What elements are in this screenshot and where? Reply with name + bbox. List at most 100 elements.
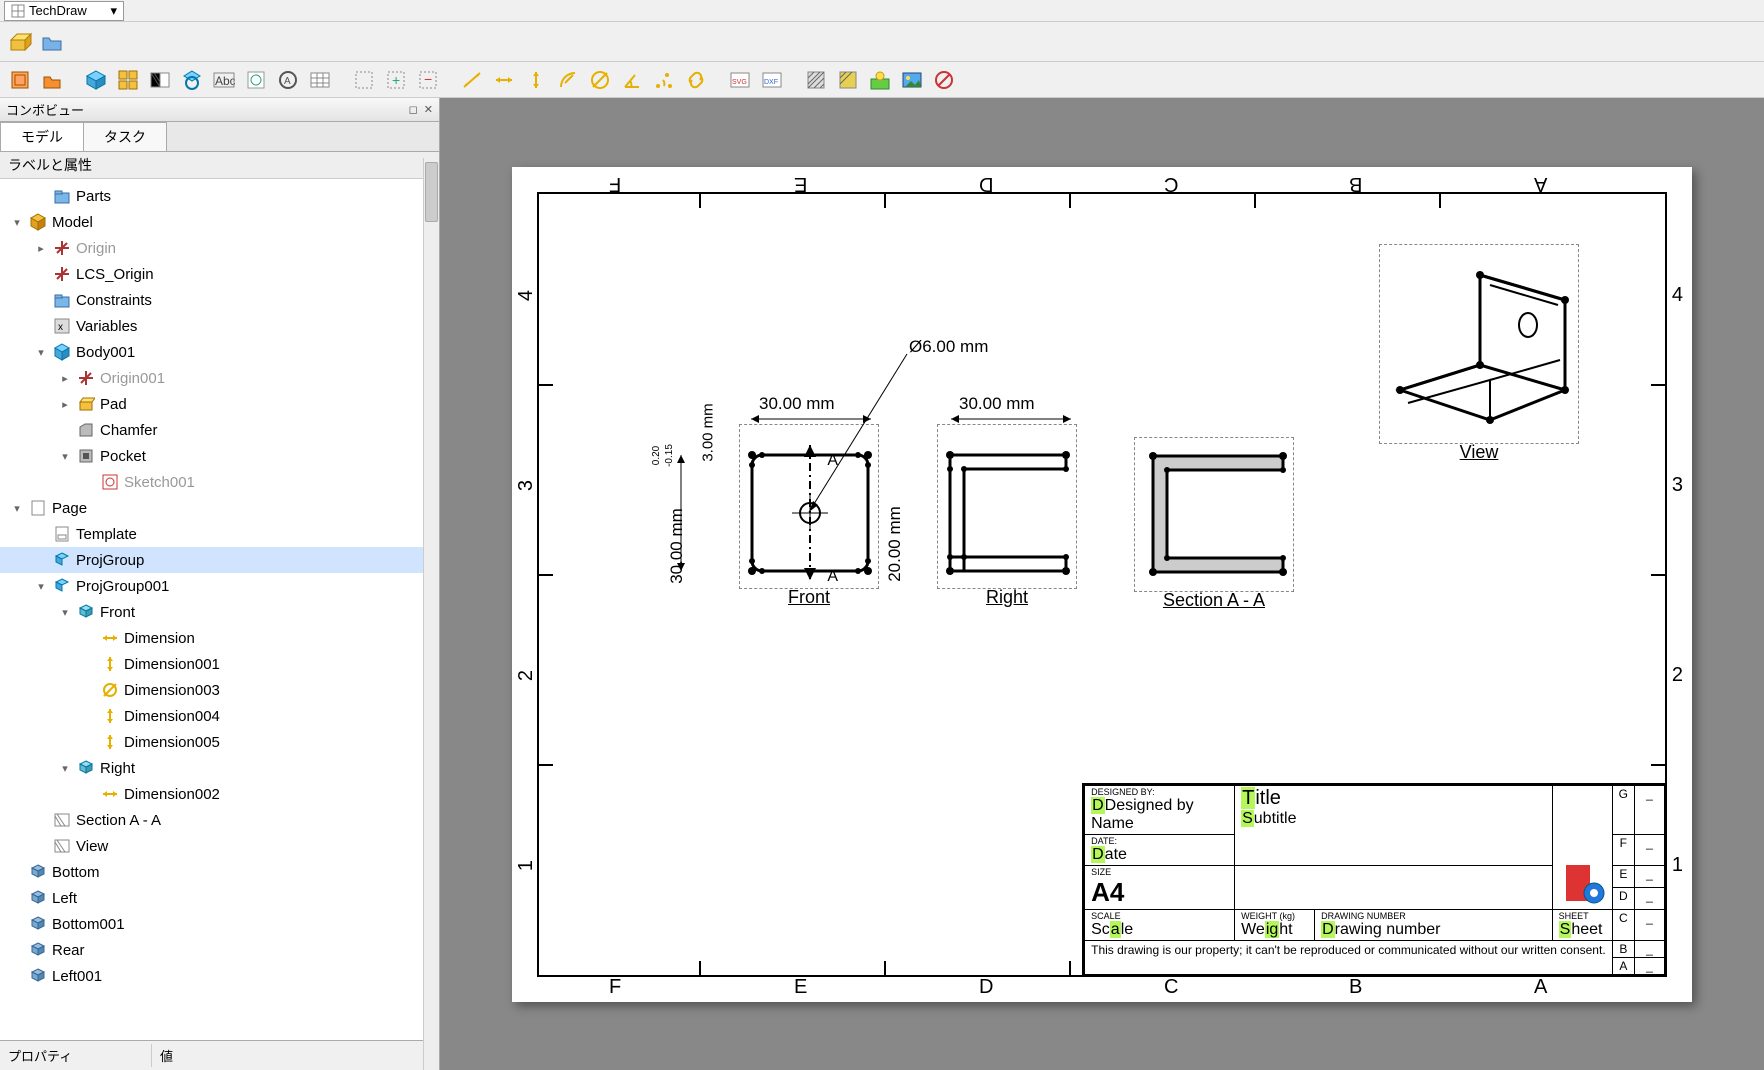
tree-item-parts[interactable]: ▸Parts — [0, 183, 439, 209]
tree-item-projgroup[interactable]: ▸ProjGroup — [0, 547, 439, 573]
dim-length-button[interactable] — [458, 66, 486, 94]
tree-item-page[interactable]: ▾Page — [0, 495, 439, 521]
tree-item-label: LCS_Origin — [76, 266, 154, 283]
geom-hatch-button[interactable] — [834, 66, 862, 94]
insert-draft-button[interactable] — [242, 66, 270, 94]
tree-item-view[interactable]: ▸View — [0, 833, 439, 859]
expand-icon[interactable]: ▾ — [10, 502, 24, 515]
tree-item-bottom001[interactable]: ▸Bottom001 — [0, 911, 439, 937]
tree-item-dimension[interactable]: ▸Dimension — [0, 625, 439, 651]
tree-item-pocket[interactable]: ▾Pocket — [0, 443, 439, 469]
col-label: B — [1349, 172, 1362, 195]
tree-item-dimension005[interactable]: ▸Dimension005 — [0, 729, 439, 755]
model-tree[interactable]: ▸Parts▾Model▸Origin▸LCS_Origin▸Constrain… — [0, 179, 439, 1040]
expand-icon[interactable]: ▸ — [34, 242, 48, 255]
col-label: C — [1164, 172, 1178, 195]
expand-icon[interactable]: ▾ — [58, 450, 72, 463]
expand-icon[interactable]: ▸ — [58, 398, 72, 411]
dim-horizontal-button[interactable] — [490, 66, 518, 94]
drawing-viewport[interactable]: F E D C B A F E D C B A 4 3 2 1 — [440, 98, 1764, 1070]
tree-item-front[interactable]: ▾Front — [0, 599, 439, 625]
insert-detail-button[interactable] — [178, 66, 206, 94]
new-part-button[interactable] — [6, 28, 34, 56]
tree-item-rear[interactable]: ▸Rear — [0, 937, 439, 963]
tab-task[interactable]: タスク — [83, 122, 167, 151]
dim-link-button[interactable] — [682, 66, 710, 94]
tree-item-constraints[interactable]: ▸Constraints — [0, 287, 439, 313]
view-iso[interactable]: View — [1379, 244, 1579, 444]
tree-item-bottom[interactable]: ▸Bottom — [0, 859, 439, 885]
tree-item-dimension002[interactable]: ▸Dimension002 — [0, 781, 439, 807]
clip-add-button[interactable]: + — [382, 66, 410, 94]
tree-item-label: Origin001 — [100, 370, 165, 387]
view-section[interactable]: Section A - A — [1134, 437, 1294, 592]
tb-size: A4 — [1091, 877, 1228, 908]
tb-designed[interactable]: Designed by Name — [1091, 797, 1194, 832]
expand-icon[interactable]: ▾ — [34, 580, 48, 593]
insert-view-button[interactable] — [82, 66, 110, 94]
tree-item-body001[interactable]: ▾ Body001 — [0, 339, 439, 365]
tree-item-origin[interactable]: ▸Origin — [0, 235, 439, 261]
tree-item-model[interactable]: ▾Model — [0, 209, 439, 235]
dim-right-30: 30.00 mm — [959, 394, 1035, 414]
tree-item-left[interactable]: ▸Left — [0, 885, 439, 911]
dim-angle-button[interactable] — [618, 66, 646, 94]
tree-item-right[interactable]: ▾Right — [0, 755, 439, 781]
page-default-button[interactable] — [6, 66, 34, 94]
origin-icon — [52, 264, 72, 284]
dim-vertical-button[interactable] — [522, 66, 550, 94]
toggle-frame-button[interactable] — [930, 66, 958, 94]
tree-item-dimension003[interactable]: ▸Dimension003 — [0, 677, 439, 703]
tree-item-label: Body001 — [76, 344, 135, 361]
clip-group-button[interactable] — [350, 66, 378, 94]
tree-item-lcs-origin[interactable]: ▸LCS_Origin — [0, 261, 439, 287]
expand-icon[interactable]: ▾ — [10, 216, 24, 229]
insert-section-button[interactable] — [146, 66, 174, 94]
dimd-icon — [100, 680, 120, 700]
insert-projgroup-button[interactable] — [114, 66, 142, 94]
workbench-selector[interactable]: TechDraw ▾ — [4, 1, 124, 21]
symbol-button[interactable] — [866, 66, 894, 94]
tree-item-label: Constraints — [76, 292, 152, 309]
dim-radius-button[interactable] — [554, 66, 582, 94]
tree-item-projgroup001[interactable]: ▾ProjGroup001 — [0, 573, 439, 599]
tree-item-left001[interactable]: ▸Left001 — [0, 963, 439, 989]
export-dxf-button[interactable]: DXF — [758, 66, 786, 94]
tree-item-dimension001[interactable]: ▸Dimension001 — [0, 651, 439, 677]
tb-rev-dash: _ — [1635, 909, 1665, 940]
page-template-button[interactable] — [38, 66, 66, 94]
view-right[interactable]: Right — [937, 424, 1077, 589]
expand-icon[interactable]: ▾ — [58, 606, 72, 619]
tree-item-variables[interactable]: ▸xVariables — [0, 313, 439, 339]
image-button[interactable] — [898, 66, 926, 94]
clip-remove-button[interactable]: − — [414, 66, 442, 94]
tree-item-template[interactable]: ▸Template — [0, 521, 439, 547]
open-folder-button[interactable] — [38, 28, 66, 56]
tree-item-dimension004[interactable]: ▸Dimension004 — [0, 703, 439, 729]
tree-item-origin001[interactable]: ▸ Origin001 — [0, 365, 439, 391]
row-label: 2 — [1672, 664, 1683, 687]
insert-annotation-button[interactable]: Abc — [210, 66, 238, 94]
dock-close-icon[interactable]: ✕ — [424, 103, 433, 116]
expand-icon[interactable]: ▾ — [58, 762, 72, 775]
tb-rev-dash: _ — [1635, 957, 1665, 974]
tree-item-section-a-a[interactable]: ▸Section A - A — [0, 807, 439, 833]
tree-item-pad[interactable]: ▸Pad — [0, 391, 439, 417]
view3d-icon — [76, 602, 96, 622]
dock-float-icon[interactable]: ◻ — [409, 103, 418, 116]
insert-arch-button[interactable]: A — [274, 66, 302, 94]
hatch-button[interactable] — [802, 66, 830, 94]
expand-icon[interactable]: ▾ — [34, 346, 48, 359]
insert-spreadsheet-button[interactable] — [306, 66, 334, 94]
dim-diameter-button[interactable] — [586, 66, 614, 94]
dimv-icon — [100, 654, 120, 674]
tree-item-sketch001[interactable]: ▸Sketch001 — [0, 469, 439, 495]
dim-angle3pt-button[interactable] — [650, 66, 678, 94]
expand-icon[interactable]: ▸ — [58, 372, 72, 385]
export-svg-button[interactable]: SVG — [726, 66, 754, 94]
tree-scrollbar[interactable] — [423, 158, 439, 1070]
row-label: 3 — [1672, 474, 1683, 497]
tab-model[interactable]: モデル — [0, 122, 84, 151]
tree-item-chamfer[interactable]: ▸Chamfer — [0, 417, 439, 443]
tb-rev-dash: _ — [1635, 785, 1665, 834]
